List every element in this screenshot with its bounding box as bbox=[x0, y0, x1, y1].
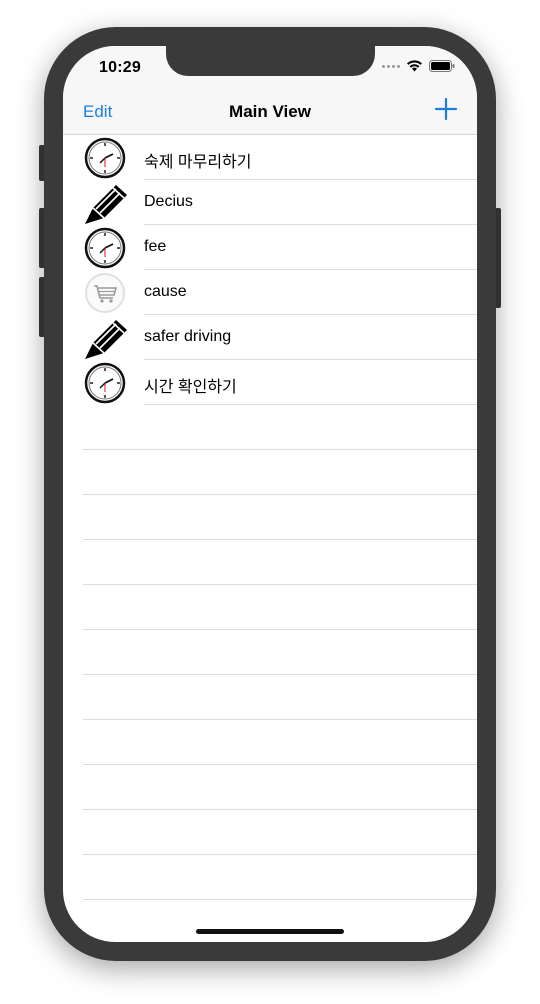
stage: 10:29 Edit Main View 숙제 마무리하기 Decius fee… bbox=[0, 0, 540, 1004]
cellular-signal-icon bbox=[382, 64, 400, 68]
clock-icon bbox=[84, 137, 126, 179]
empty-row-separator bbox=[83, 539, 477, 540]
notch bbox=[166, 46, 375, 76]
home-indicator[interactable] bbox=[196, 929, 344, 934]
phone-screen: 10:29 Edit Main View 숙제 마무리하기 Decius fee… bbox=[63, 46, 477, 942]
row-label: Decius bbox=[144, 193, 193, 210]
table-row[interactable]: safer driving bbox=[63, 315, 477, 360]
plus-icon[interactable] bbox=[435, 98, 457, 120]
row-separator bbox=[144, 404, 477, 405]
row-label: 숙제 마무리하기 bbox=[144, 154, 252, 171]
row-label: 시간 확인하기 bbox=[144, 379, 237, 396]
nav-title: Main View bbox=[229, 102, 311, 121]
table-row[interactable]: 숙제 마무리하기 bbox=[63, 135, 477, 180]
task-table: 숙제 마무리하기 Decius fee cause safer driving … bbox=[63, 135, 477, 942]
table-row[interactable]: Decius bbox=[63, 180, 477, 225]
shopping-cart-icon bbox=[85, 273, 125, 313]
empty-row-separator bbox=[83, 629, 477, 630]
empty-row-separator bbox=[83, 854, 477, 855]
pencil-icon bbox=[85, 320, 127, 359]
table-row[interactable]: 시간 확인하기 bbox=[63, 360, 477, 405]
empty-row-separator bbox=[83, 719, 477, 720]
empty-row-separator bbox=[83, 494, 477, 495]
status-icons bbox=[382, 60, 455, 72]
empty-row-separator bbox=[83, 674, 477, 675]
empty-row-separator bbox=[83, 809, 477, 810]
table-row[interactable]: fee bbox=[63, 225, 477, 270]
row-label: cause bbox=[144, 283, 187, 300]
row-label: safer driving bbox=[144, 328, 232, 345]
battery-icon bbox=[429, 60, 455, 72]
empty-row-separator bbox=[83, 584, 477, 585]
row-label: fee bbox=[144, 238, 167, 255]
table-row[interactable]: cause bbox=[63, 270, 477, 315]
navigation-bar: 10:29 Edit Main View bbox=[63, 46, 477, 135]
empty-row-separator bbox=[83, 899, 477, 900]
empty-row-separator bbox=[83, 449, 477, 450]
pencil-icon bbox=[85, 185, 127, 224]
status-time: 10:29 bbox=[99, 59, 141, 76]
clock-icon bbox=[84, 362, 126, 404]
edit-button[interactable]: Edit bbox=[83, 102, 112, 122]
wifi-icon bbox=[407, 60, 422, 72]
clock-icon bbox=[84, 227, 126, 269]
empty-row-separator bbox=[83, 764, 477, 765]
